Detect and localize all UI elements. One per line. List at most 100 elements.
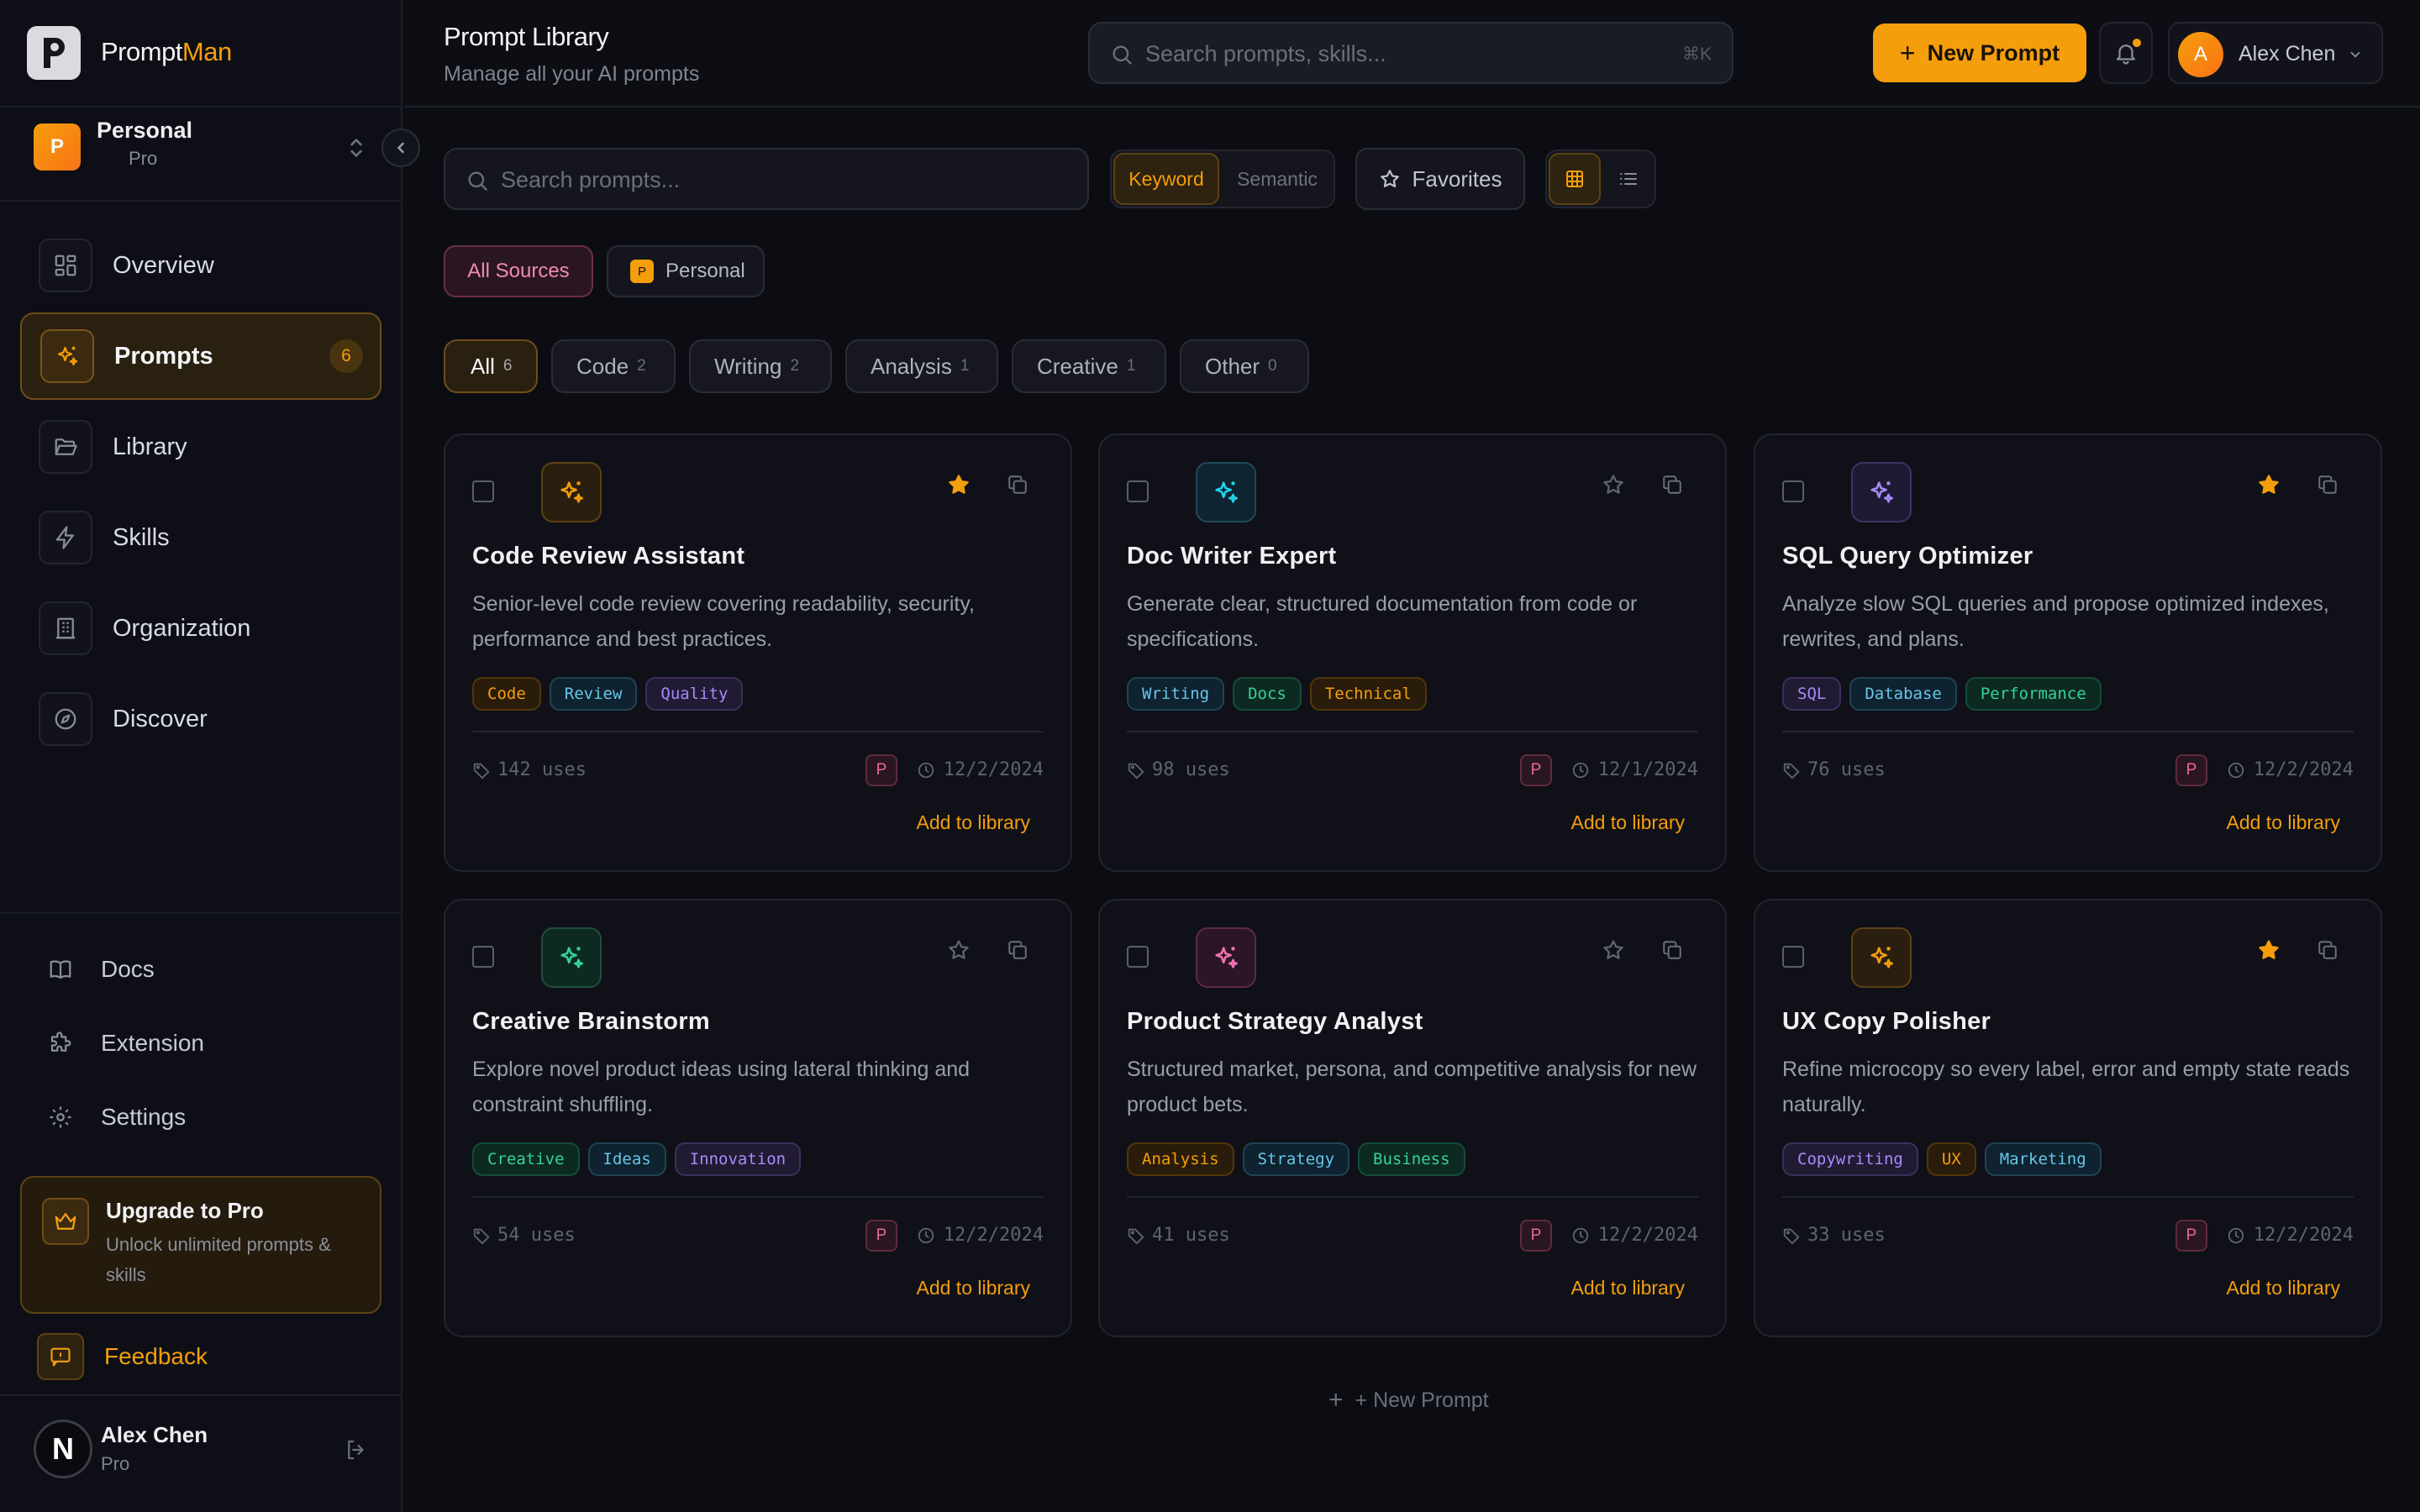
card-date: 12/2/2024: [917, 759, 1044, 780]
user-menu-button[interactable]: A Alex Chen: [2168, 22, 2383, 84]
star-icon: [949, 940, 969, 959]
workspace-avatar[interactable]: P: [34, 123, 81, 171]
avatar: A: [2178, 32, 2223, 77]
star-icon: [2259, 940, 2279, 959]
mode-keyword-button[interactable]: Keyword: [1113, 153, 1219, 205]
favorite-star-button[interactable]: [2254, 470, 2283, 499]
prompt-card[interactable]: Product Strategy Analyst Structured mark…: [1098, 899, 1727, 1337]
category-tab-other[interactable]: Other 0: [1180, 339, 1309, 393]
nav-item-extension[interactable]: Extension: [40, 1020, 204, 1067]
copy-button[interactable]: [2313, 936, 2342, 964]
feedback-button[interactable]: Feedback: [20, 1331, 381, 1382]
nav-item-overview[interactable]: Overview: [20, 222, 381, 309]
mode-semantic-button[interactable]: Semantic: [1221, 153, 1334, 205]
select-checkbox[interactable]: [1127, 480, 1149, 502]
favorite-star-button[interactable]: [944, 470, 973, 499]
category-tab-all[interactable]: All 6: [444, 339, 538, 393]
tag[interactable]: Analysis: [1127, 1142, 1234, 1176]
prompt-card[interactable]: Doc Writer Expert Generate clear, struct…: [1098, 433, 1727, 872]
nav-item-docs[interactable]: Docs: [40, 946, 155, 993]
nav-item-prompts[interactable]: Prompts 6: [20, 312, 381, 400]
tag[interactable]: Marketing: [1984, 1142, 2102, 1176]
tag[interactable]: UX: [1926, 1142, 1976, 1176]
category-tab-creative[interactable]: Creative 1: [1012, 339, 1166, 393]
nav-item-discover[interactable]: Discover: [20, 675, 381, 763]
category-tab-writing[interactable]: Writing 2: [689, 339, 832, 393]
card-title: UX Copy Polisher: [1782, 1008, 1991, 1035]
usage-count: 41 uses: [1127, 1225, 1230, 1246]
copy-icon: [2318, 475, 2337, 494]
tag[interactable]: Writing: [1127, 677, 1225, 711]
new-prompt-button[interactable]: + New Prompt: [1873, 24, 2086, 82]
add-to-library-link[interactable]: Add to library: [916, 1277, 1030, 1299]
tag[interactable]: Performance: [1965, 677, 2102, 711]
tag[interactable]: Docs: [1233, 677, 1302, 711]
source-filter-all[interactable]: All Sources: [444, 245, 593, 297]
search-placeholder: Search prompts...: [501, 167, 681, 192]
tag[interactable]: Innovation: [674, 1142, 802, 1176]
upgrade-card[interactable]: Upgrade to Pro Unlock unlimited prompts …: [20, 1176, 381, 1314]
add-to-library-link[interactable]: Add to library: [2226, 1277, 2340, 1299]
favorite-star-button[interactable]: [2254, 936, 2283, 964]
select-checkbox[interactable]: [1127, 946, 1149, 968]
add-to-library-link[interactable]: Add to library: [1570, 1277, 1685, 1299]
workspace-name[interactable]: Personal: [97, 118, 192, 144]
prompt-search-input[interactable]: Search prompts...: [444, 148, 1089, 210]
tag[interactable]: Review: [549, 677, 638, 711]
source-filter-personal[interactable]: P Personal: [607, 245, 765, 297]
prompt-card[interactable]: Creative Brainstorm Explore novel produc…: [444, 899, 1072, 1337]
p-logo-icon[interactable]: [27, 26, 81, 80]
add-to-library-link[interactable]: Add to library: [1570, 811, 1685, 834]
tag[interactable]: Strategy: [1242, 1142, 1350, 1176]
nav-item-settings[interactable]: Settings: [40, 1094, 186, 1141]
new-prompt-link[interactable]: + + New Prompt: [1328, 1386, 1489, 1415]
copy-icon: [2318, 941, 2337, 959]
global-search-input[interactable]: Search prompts, skills... ⌘K: [1088, 22, 1733, 84]
nav-item-library[interactable]: Library: [20, 403, 381, 491]
favorites-button[interactable]: Favorites: [1355, 148, 1525, 210]
star-icon: [1603, 940, 1623, 959]
nav-item-skills[interactable]: Skills: [20, 494, 381, 581]
copy-button[interactable]: [1003, 936, 1032, 964]
select-checkbox[interactable]: [472, 480, 494, 502]
notification-dot: [2133, 39, 2141, 47]
tag[interactable]: Business: [1358, 1142, 1465, 1176]
tag[interactable]: Technical: [1309, 677, 1427, 711]
collapse-sidebar-button[interactable]: [381, 129, 420, 167]
card-title: Code Review Assistant: [472, 543, 745, 570]
source-badge: P: [630, 260, 654, 283]
prompt-card[interactable]: UX Copy Polisher Refine microcopy so eve…: [1754, 899, 2382, 1337]
tag[interactable]: Database: [1849, 677, 1957, 711]
tag[interactable]: Code: [472, 677, 541, 711]
tag[interactable]: Quality: [645, 677, 744, 711]
notifications-button[interactable]: [2099, 22, 2153, 84]
tag[interactable]: SQL: [1782, 677, 1842, 711]
copy-button[interactable]: [1658, 936, 1686, 964]
tag[interactable]: Copywriting: [1782, 1142, 1918, 1176]
category-tab-analysis[interactable]: Analysis 1: [845, 339, 998, 393]
favorite-star-button[interactable]: [944, 936, 973, 964]
list-view-button[interactable]: [1602, 153, 1655, 205]
usage-count: 98 uses: [1127, 759, 1230, 780]
category-tab-code[interactable]: Code 2: [551, 339, 676, 393]
select-checkbox[interactable]: [1782, 946, 1804, 968]
select-checkbox[interactable]: [472, 946, 494, 968]
copy-button[interactable]: [1658, 470, 1686, 499]
prompt-card[interactable]: SQL Query Optimizer Analyze slow SQL que…: [1754, 433, 2382, 872]
nav-item-organization[interactable]: Organization: [20, 585, 381, 672]
chevron-up-down-icon[interactable]: [343, 134, 370, 161]
favorite-star-button[interactable]: [1599, 936, 1628, 964]
favorite-star-button[interactable]: [1599, 470, 1628, 499]
add-to-library-link[interactable]: Add to library: [2226, 811, 2340, 834]
copy-button[interactable]: [1003, 470, 1032, 499]
avatar[interactable]: N: [34, 1420, 92, 1478]
grid-view-button[interactable]: [1549, 153, 1601, 205]
chevron-left-icon: [397, 142, 404, 154]
prompt-card[interactable]: Code Review Assistant Senior-level code …: [444, 433, 1072, 872]
select-checkbox[interactable]: [1782, 480, 1804, 502]
copy-button[interactable]: [2313, 470, 2342, 499]
tag[interactable]: Ideas: [587, 1142, 666, 1176]
tag[interactable]: Creative: [472, 1142, 580, 1176]
logout-button[interactable]: [339, 1433, 373, 1467]
add-to-library-link[interactable]: Add to library: [916, 811, 1030, 834]
